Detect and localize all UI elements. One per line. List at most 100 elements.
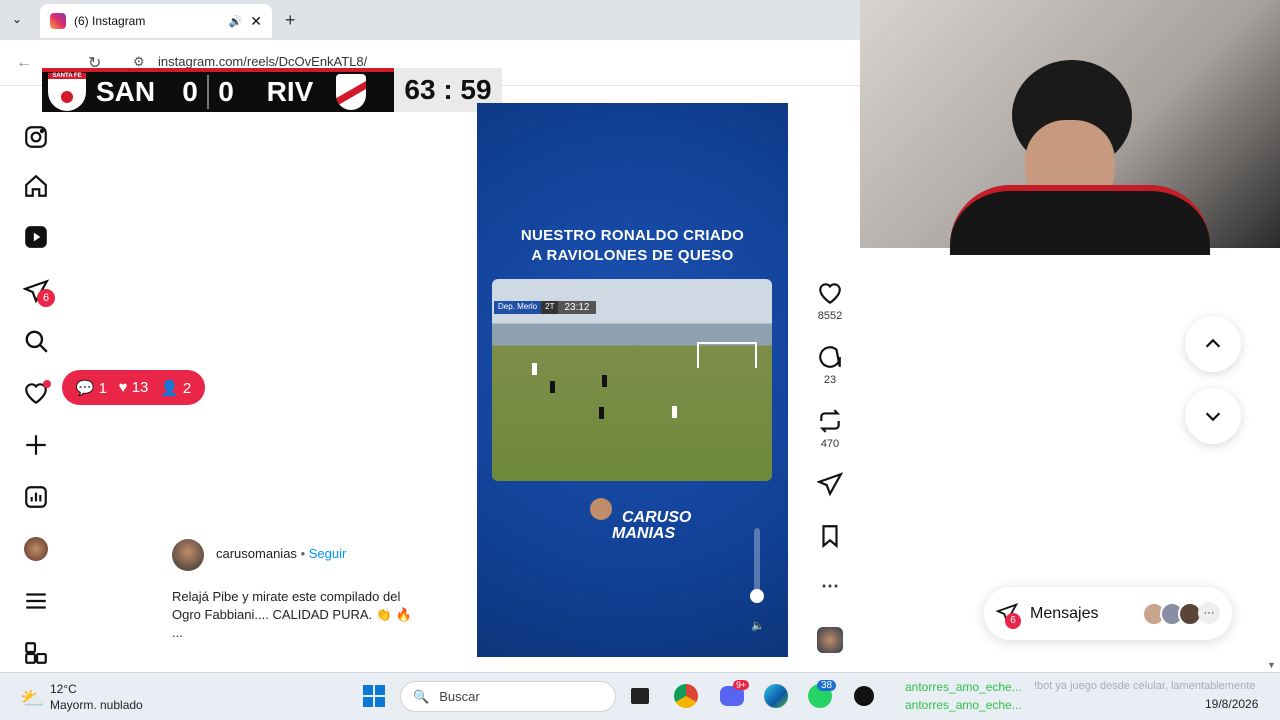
repost-action[interactable]: 470 (812, 408, 848, 450)
next-reel-button[interactable] (1185, 388, 1241, 444)
bookmark-icon[interactable] (817, 523, 843, 549)
author-avatar[interactable] (172, 539, 204, 571)
brand-logo: CARUSO MANIAS (612, 510, 691, 542)
taskbar-search[interactable]: 🔍 Buscar (400, 681, 616, 712)
chevron-down-icon (1205, 412, 1221, 422)
messages-label: Mensajes (1030, 604, 1099, 622)
comment-notifications: 💬 1 (76, 379, 107, 397)
clip-player (672, 406, 677, 418)
apps-icon[interactable] (22, 639, 50, 667)
like-notifications: ♥ 13 (119, 379, 149, 396)
scroll-down-arrow-icon[interactable]: ▼ (1267, 660, 1276, 670)
menu-icon[interactable] (22, 587, 50, 615)
weather-temp: 12°C (50, 682, 77, 696)
create-icon[interactable] (22, 431, 50, 459)
notifications-count-badge: 6 (37, 289, 55, 307)
task-view-glyph (631, 688, 649, 704)
author-separator: • (300, 546, 306, 561)
follow-count: 2 (182, 379, 192, 397)
tab-list-dropdown-icon[interactable]: ⌄ (12, 12, 28, 28)
follow-notifications: 👤 2 (160, 379, 191, 397)
edge-glyph (764, 684, 788, 708)
activity-notifications-pill[interactable]: 💬 1 ♥ 13 👤 2 (62, 370, 205, 405)
url-field[interactable]: instagram.com/reels/DcOvEnkATL8/ (158, 54, 367, 69)
caption-line2: Ogro Fabbiani.... CALIDAD PURA. 👏 🔥 (172, 607, 412, 622)
tab-title: (6) Instagram (74, 14, 146, 28)
repost-count: 470 (820, 438, 840, 450)
weather-widget[interactable]: 12°C Mayorm. nublado (50, 681, 143, 713)
chat-overlay-message: !bot ya juego desde celular, lamentablem… (1034, 680, 1256, 692)
home-crest-dot (61, 91, 73, 103)
chat-line: antorres_amo_eche... (905, 698, 1022, 712)
discord-badge: 9+ (733, 680, 750, 690)
clock-date[interactable]: 19/8/2026 (1205, 697, 1258, 711)
clip-player (602, 375, 607, 387)
profile-avatar-image (24, 537, 48, 561)
clip-player (599, 407, 604, 419)
reels-icon[interactable] (22, 223, 50, 251)
home-team: SAN (96, 76, 156, 107)
comment-count: 1 (98, 379, 107, 397)
reel-title: NUESTRO RONALDO CRIADO A RAVIOLONES DE Q… (490, 226, 775, 266)
person-icon: 👤 (159, 379, 179, 397)
home-icon[interactable] (22, 172, 50, 200)
profile-avatar[interactable] (22, 535, 50, 563)
caption-line1: Relajá Pibe y mirate este compilado del (172, 589, 401, 604)
weather-icon[interactable]: ⛅ (20, 686, 45, 711)
previous-reel-button[interactable] (1185, 316, 1241, 372)
home-crest-label: SANTA FE (48, 73, 86, 79)
repost-icon[interactable] (817, 408, 843, 434)
heart-filled-icon: ♥ (118, 379, 128, 396)
clip-player (532, 363, 537, 375)
chrome-glyph (674, 684, 698, 708)
chrome-icon[interactable] (672, 682, 700, 710)
clip-half: 2T (541, 301, 559, 314)
share-icon[interactable] (817, 471, 843, 497)
clip-player (550, 381, 555, 393)
clip-team: Dep. Merlo (494, 301, 542, 314)
messages-button[interactable]: 6 Mensajes ··· (984, 587, 1232, 640)
caption-more[interactable]: ... (172, 624, 432, 642)
windows-start-icon[interactable] (360, 682, 388, 710)
comment-action[interactable]: 23 (812, 344, 848, 386)
reel-title-line1: NUESTRO RONALDO CRIADO (520, 227, 745, 244)
share-action[interactable] (812, 471, 848, 497)
like-icon[interactable] (817, 280, 843, 306)
chat-overlay: antorres_amo_eche... antorres_amo_eche..… (905, 678, 1022, 714)
match-clip: Dep. Merlo 2T 23:12 (492, 279, 772, 481)
brand-line1: CARUSO (622, 509, 692, 526)
app-icon[interactable] (850, 682, 878, 710)
search-placeholder: Buscar (439, 689, 480, 704)
like-action[interactable]: 8552 (812, 280, 848, 322)
away-score: 0 (218, 76, 234, 107)
weather-desc: Mayorm. nublado (50, 698, 143, 712)
clip-scorebug: Dep. Merlo 2T 23:12 (494, 301, 596, 314)
browser-tab[interactable]: (6) Instagram 🔊 ✕ (40, 4, 272, 38)
chat-line: antorres_amo_eche... (905, 680, 1022, 694)
back-icon[interactable]: ← (16, 54, 32, 72)
close-tab-icon[interactable]: ✕ (250, 13, 262, 30)
more-options-icon[interactable]: ⋯ (812, 576, 848, 597)
messages-more: ··· (1198, 601, 1220, 624)
author-username[interactable]: carusomanias (216, 546, 297, 561)
comment-count: 23 (823, 374, 837, 386)
chevron-up-icon (1205, 338, 1221, 348)
whatsapp-badge: 38 (817, 680, 837, 691)
search-icon[interactable] (22, 327, 50, 355)
search-icon: 🔍 (413, 688, 430, 704)
task-view-icon[interactable] (626, 682, 654, 710)
volume-icon[interactable]: 🔈 (751, 619, 765, 632)
post-caption: Relajá Pibe y mirate este compilado del … (172, 588, 432, 642)
comment-bubble-icon[interactable] (817, 344, 843, 370)
like-count: 8552 (817, 310, 843, 322)
dashboard-icon[interactable] (22, 483, 50, 511)
instagram-logo-icon[interactable] (22, 123, 50, 151)
edge-icon[interactable] (762, 682, 790, 710)
volume-handle[interactable] (750, 589, 764, 603)
speaker-icon[interactable]: 🔊 (229, 15, 243, 28)
audio-avatar[interactable] (817, 627, 843, 653)
brand-line2: MANIAS (612, 525, 676, 542)
new-tab-icon[interactable]: + (285, 10, 296, 31)
save-action[interactable] (812, 523, 848, 549)
follow-link[interactable]: Seguir (309, 546, 347, 561)
